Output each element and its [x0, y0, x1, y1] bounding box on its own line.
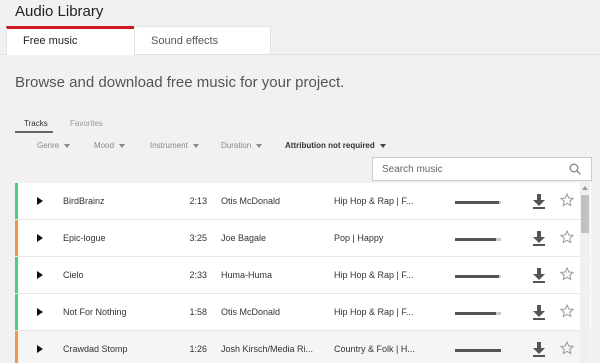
star-icon[interactable] [560, 193, 574, 207]
popularity-bar [455, 312, 501, 315]
download-icon[interactable] [533, 342, 545, 357]
filter-duration[interactable]: Duration [221, 141, 263, 150]
search-icon[interactable] [569, 163, 581, 175]
filter-genre[interactable]: Genre [37, 141, 71, 150]
track-title: Crawdad Stomp [63, 344, 128, 354]
popularity-fill [455, 275, 499, 278]
filter-mood-label: Mood [94, 141, 115, 150]
track-duration: 2:13 [189, 196, 207, 206]
library-tabs: Free music Sound effects [0, 26, 600, 55]
track-genre[interactable]: Pop | Happy [334, 220, 444, 257]
tab-free-music[interactable]: Free music [6, 26, 139, 55]
track-artist[interactable]: Otis McDonald [221, 183, 326, 220]
track-title: Epic-logue [63, 233, 106, 243]
caret-down-icon [256, 143, 263, 148]
caret-down-icon [64, 143, 71, 148]
filter-mood[interactable]: Mood [94, 141, 126, 150]
download-icon[interactable] [533, 231, 545, 246]
popularity-fill [455, 312, 497, 315]
track-artist[interactable]: Josh Kirsch/Media Ri... [221, 331, 326, 363]
play-icon[interactable] [37, 271, 43, 279]
track-genre[interactable]: Hip Hop & Rap | F... [334, 294, 444, 331]
subtab-tracks[interactable]: Tracks [24, 119, 48, 128]
play-icon[interactable] [37, 345, 43, 353]
filter-instrument-label: Instrument [150, 141, 188, 150]
track-row[interactable]: BirdBrainz 2:13 Otis McDonald Hip Hop & Rap… [15, 183, 591, 220]
track-row[interactable]: Epic-logue 3:25 Joe Bagale Pop | Happy [15, 220, 591, 257]
popularity-bar [455, 275, 501, 278]
track-row[interactable]: Crawdad Stomp 1:26 Josh Kirsch/Media Ri...… [15, 331, 591, 363]
popularity-bar [455, 201, 501, 204]
track-color-bar [15, 257, 18, 293]
subtab-favorites[interactable]: Favorites [70, 119, 103, 128]
subtab-active-indicator [15, 131, 53, 133]
track-row[interactable]: Cielo 2:33 Huma-Huma Hip Hop & Rap | F... [15, 257, 591, 294]
popularity-fill [455, 349, 501, 352]
track-title: BirdBrainz [63, 196, 105, 206]
track-color-bar [15, 183, 18, 219]
filter-attribution-label: Attribution not required [285, 141, 375, 150]
scrollbar[interactable] [580, 183, 590, 363]
download-icon[interactable] [533, 194, 545, 209]
track-row[interactable]: Not For Nothing 1:58 Otis McDonald Hip Hop … [15, 294, 591, 331]
page-title: Audio Library [15, 3, 104, 20]
track-artist[interactable]: Joe Bagale [221, 220, 326, 257]
track-title: Not For Nothing [63, 307, 127, 317]
search-input[interactable] [373, 158, 563, 180]
track-title: Cielo [63, 270, 84, 280]
search-box [372, 157, 592, 181]
track-genre[interactable]: Hip Hop & Rap | F... [334, 257, 444, 294]
track-duration: 1:26 [189, 344, 207, 354]
play-icon[interactable] [37, 197, 43, 205]
caret-down-icon [119, 143, 126, 148]
download-icon[interactable] [533, 305, 545, 320]
star-icon[interactable] [560, 267, 574, 281]
play-icon[interactable] [37, 234, 43, 242]
scroll-up-arrow-icon[interactable] [582, 186, 588, 190]
track-genre[interactable]: Hip Hop & Rap | F... [334, 183, 444, 220]
track-color-bar [15, 220, 18, 256]
star-icon[interactable] [560, 230, 574, 244]
caret-down-icon [379, 143, 386, 148]
track-artist[interactable]: Otis McDonald [221, 294, 326, 331]
star-icon[interactable] [560, 304, 574, 318]
track-duration: 3:25 [189, 233, 207, 243]
track-color-bar [15, 294, 18, 330]
tab-sound-effects[interactable]: Sound effects [134, 26, 271, 55]
star-icon[interactable] [560, 341, 574, 355]
popularity-fill [455, 201, 499, 204]
track-duration: 1:58 [189, 307, 207, 317]
track-color-bar [15, 331, 18, 363]
track-genre[interactable]: Country & Folk | H... [334, 331, 444, 363]
filter-genre-label: Genre [37, 141, 60, 150]
popularity-bar [455, 238, 501, 241]
filter-instrument[interactable]: Instrument [150, 141, 199, 150]
filter-attribution[interactable]: Attribution not required [285, 141, 386, 150]
track-artist[interactable]: Huma-Huma [221, 257, 326, 294]
popularity-fill [455, 238, 497, 241]
popularity-bar [455, 349, 501, 352]
track-list: BirdBrainz 2:13 Otis McDonald Hip Hop & Rap… [15, 183, 591, 363]
filter-duration-label: Duration [221, 141, 252, 150]
track-duration: 2:33 [189, 270, 207, 280]
scrollbar-thumb[interactable] [581, 195, 589, 233]
download-icon[interactable] [533, 268, 545, 283]
page-subtitle: Browse and download free music for your … [15, 74, 345, 91]
play-icon[interactable] [37, 308, 43, 316]
caret-down-icon [192, 143, 199, 148]
